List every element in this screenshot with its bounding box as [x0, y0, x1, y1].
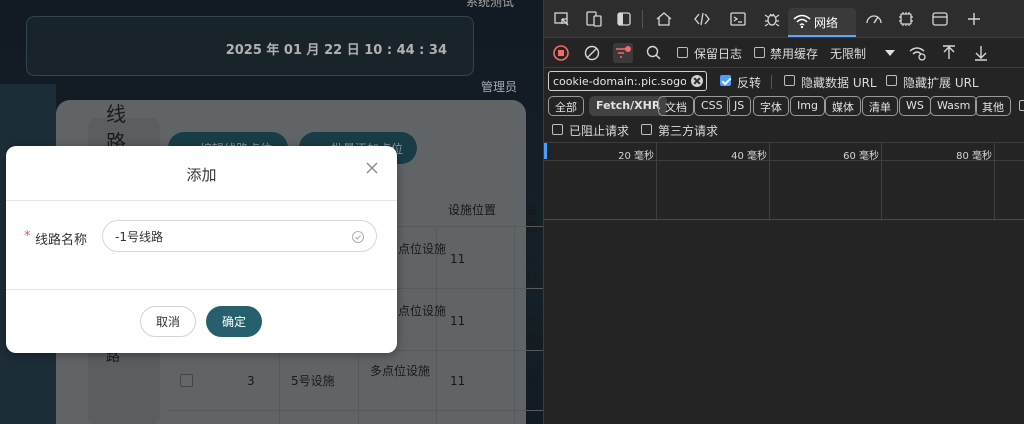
filter-chip-ws[interactable]: WS: [899, 96, 931, 116]
filter-icon[interactable]: [613, 43, 633, 63]
timeline-label: 60 毫秒: [843, 151, 879, 162]
dialog-title: 添加: [186, 166, 217, 184]
web-app-view: 系统测试 2025 年 01 月 22 日 10 : 44 : 34 管理员 线…: [0, 0, 543, 424]
clear-icon[interactable]: [582, 43, 602, 63]
hide-ext-urls-label: 隐藏扩展 URL: [903, 76, 979, 90]
required-mark: *: [24, 229, 31, 244]
hide-data-urls-label: 隐藏数据 URL: [801, 76, 877, 90]
filter-chip-fetch-xhr[interactable]: Fetch/XHR: [589, 96, 668, 116]
hide-ext-urls-checkbox[interactable]: [886, 75, 897, 86]
timeline-start-marker: [544, 143, 547, 159]
preserve-log-checkbox[interactable]: [677, 47, 688, 58]
console-icon[interactable]: [728, 9, 748, 29]
invert-label: 反转: [737, 76, 762, 90]
more-filter-checkbox[interactable]: [1019, 100, 1024, 111]
blocked-requests-label: 已阻止请求: [569, 124, 630, 138]
timeline-label: 20 毫秒: [618, 151, 654, 162]
filter-chip-js[interactable]: JS: [727, 96, 752, 116]
timeline-divider: [769, 143, 770, 221]
network-conditions-icon[interactable]: [908, 43, 928, 63]
network-timeline-overview[interactable]: 20 毫秒 40 毫秒 60 毫秒 80 毫秒: [544, 142, 1024, 221]
filter-input[interactable]: [548, 71, 707, 91]
home-icon[interactable]: [654, 9, 674, 29]
filter-separator: [771, 75, 772, 89]
network-toolbar: 保留日志 禁用缓存 无限制: [544, 38, 1024, 68]
performance-icon[interactable]: [864, 9, 884, 29]
filter-chip-media[interactable]: 媒体: [825, 96, 861, 116]
memory-icon[interactable]: [896, 9, 916, 29]
bug-icon[interactable]: [762, 9, 782, 29]
filter-chip-css[interactable]: CSS: [694, 96, 730, 116]
blocked-requests-checkbox[interactable]: [552, 124, 563, 135]
timeline-divider: [994, 143, 995, 221]
disable-cache-checkbox[interactable]: [754, 47, 765, 58]
filter-chip-other[interactable]: 其他: [975, 96, 1011, 116]
import-icon[interactable]: [939, 43, 959, 63]
device-emulation-icon[interactable]: [584, 9, 604, 29]
filter-chip-doc[interactable]: 文档: [658, 96, 694, 116]
filter-chip-manifest[interactable]: 清单: [862, 96, 898, 116]
filter-chip-img[interactable]: Img: [790, 96, 825, 116]
elements-icon[interactable]: [692, 9, 712, 29]
plus-icon[interactable]: [964, 9, 984, 29]
cancel-button[interactable]: 取消: [140, 306, 196, 337]
search-icon[interactable]: [644, 43, 664, 63]
hide-data-urls-checkbox[interactable]: [784, 75, 795, 86]
disable-cache-label: 禁用缓存: [770, 47, 819, 61]
third-party-label: 第三方请求: [658, 124, 719, 138]
active-tab-indicator: [788, 35, 856, 37]
timeline-divider: [656, 143, 657, 221]
line-name-label: 线路名称: [35, 233, 88, 248]
close-icon[interactable]: [365, 160, 379, 174]
dock-side-icon[interactable]: [614, 9, 634, 29]
tab-network-label: 网络: [814, 16, 839, 30]
export-icon[interactable]: [971, 43, 991, 63]
filter-chip-all[interactable]: 全部: [548, 96, 584, 116]
clear-filter-icon[interactable]: [691, 75, 703, 87]
toolbar-separator: [642, 10, 643, 28]
timeline-label: 40 毫秒: [731, 151, 767, 162]
check-circle-icon: [351, 229, 365, 244]
confirm-button[interactable]: 确定: [206, 306, 262, 337]
dialog-header-divider: [6, 200, 397, 201]
devtools-panel: 网络 保留日志 禁用缓存 无限制 cookie-domain:.pic.sogo…: [543, 0, 1024, 424]
third-party-checkbox[interactable]: [641, 124, 652, 135]
timeline-divider: [881, 143, 882, 221]
line-name-input[interactable]: [102, 220, 377, 252]
wifi-icon: [792, 11, 812, 31]
timeline-label: 80 毫秒: [956, 151, 992, 162]
throttle-select[interactable]: 无限制: [830, 45, 866, 62]
devtools-main-toolbar: 网络: [544, 0, 1024, 38]
record-stop-icon[interactable]: [551, 43, 571, 63]
caret-down-icon[interactable]: [880, 43, 900, 63]
application-icon[interactable]: [930, 9, 950, 29]
preserve-log-label: 保留日志: [694, 47, 743, 61]
dialog-footer-divider: [6, 289, 397, 290]
inspect-element-icon[interactable]: [552, 9, 572, 29]
invert-checkbox[interactable]: [720, 75, 731, 86]
filter-chip-wasm[interactable]: Wasm: [930, 96, 978, 116]
filter-chip-font[interactable]: 字体: [753, 96, 789, 116]
add-line-dialog: 添加 * 线路名称 取消 确定: [6, 146, 397, 353]
